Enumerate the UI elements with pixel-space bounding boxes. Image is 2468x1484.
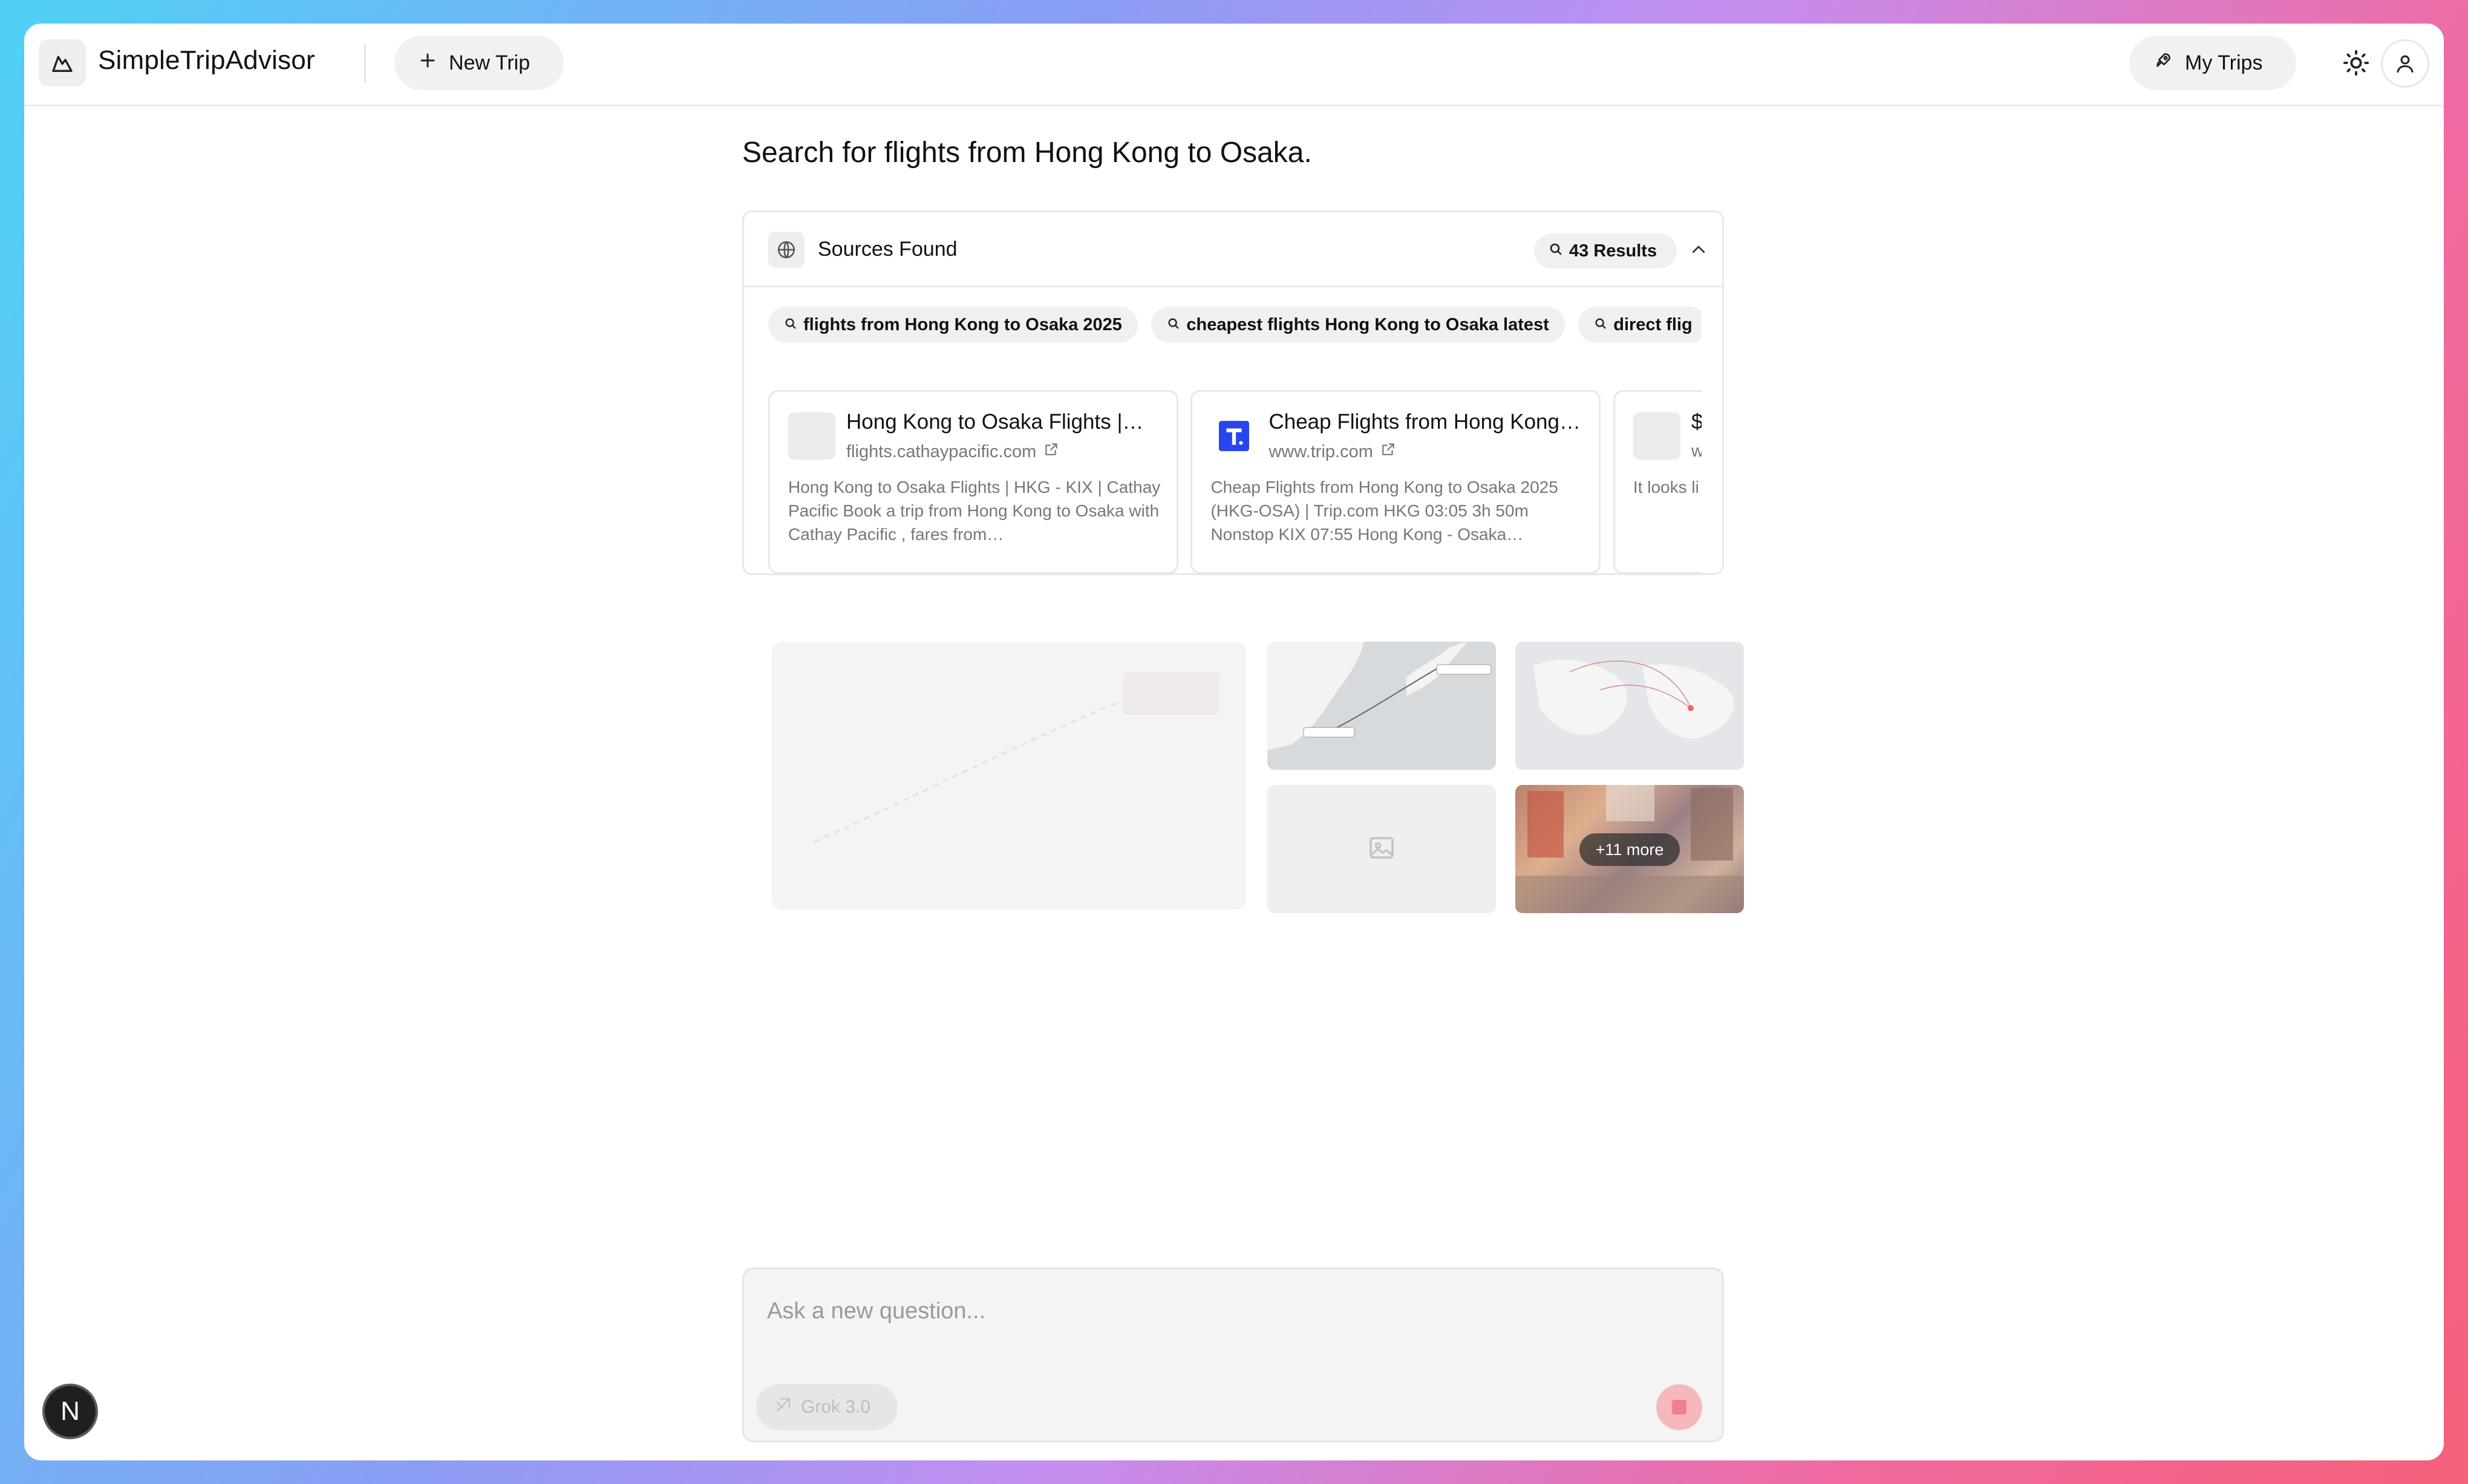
- source-card-domain-text: flights.cathaypacific.com: [846, 441, 1037, 461]
- image-placeholder[interactable]: [1267, 785, 1496, 913]
- user-icon[interactable]: [2381, 39, 2429, 88]
- results-count-badge: 43 Results: [1534, 233, 1677, 268]
- external-link-icon: [1043, 441, 1059, 462]
- stop-icon: [1672, 1400, 1686, 1414]
- query-chip[interactable]: direct flig: [1578, 307, 1702, 343]
- world-route-map-image[interactable]: [1515, 642, 1744, 770]
- new-trip-label: New Trip: [449, 51, 530, 74]
- osaka-street-photo[interactable]: +11 more: [1515, 785, 1744, 913]
- sources-header[interactable]: Sources Found 43 Results: [744, 212, 1722, 287]
- model-selector[interactable]: Grok 3.0: [756, 1384, 898, 1430]
- route-map-image[interactable]: [1267, 642, 1496, 770]
- search-icon: [784, 315, 797, 335]
- source-card-snippet: Cheap Flights from Hong Kong to Osaka 20…: [1210, 478, 1558, 544]
- source-card-domain-text: www.trip.com: [1268, 441, 1373, 461]
- source-card-domain[interactable]: flights.cathaypacific.com: [846, 441, 1059, 462]
- external-link-icon: [1380, 441, 1396, 462]
- sun-icon[interactable]: [2339, 45, 2374, 80]
- source-cards: Hong Kong to Osaka Flights |… flights.ca…: [768, 390, 1702, 573]
- query-chip-label: direct flig: [1613, 314, 1693, 334]
- image-icon: [1367, 833, 1396, 865]
- source-card-title: Cheap Flights from Hong Kong…: [1268, 410, 1581, 434]
- ask-input-box[interactable]: Ask a new question... Grok 3.0: [742, 1268, 1724, 1442]
- chevron-up-icon[interactable]: [1688, 239, 1709, 261]
- source-card-snippet: It looks li are curre May. fror: [1633, 478, 1702, 496]
- app-window: SimpleTripAdvisor New Trip My Trips Sear…: [24, 24, 2444, 1460]
- stop-button[interactable]: [1656, 1384, 1702, 1430]
- grok-logo-icon: [774, 1396, 792, 1419]
- globe-icon: [768, 232, 805, 268]
- ask-input[interactable]: Ask a new question...: [767, 1298, 985, 1324]
- query-title: Search for flights from Hong Kong to Osa…: [742, 137, 1312, 169]
- source-card[interactable]: Hong Kong to Osaka Flights |… flights.ca…: [768, 390, 1178, 573]
- plus-icon: [419, 51, 437, 75]
- new-trip-button[interactable]: New Trip: [394, 36, 564, 90]
- trip-favicon-icon: [1210, 412, 1258, 460]
- source-card-domain-text: w: [1691, 441, 1702, 461]
- sources-title: Sources Found: [818, 238, 958, 261]
- image-large[interactable]: [772, 642, 1246, 910]
- query-chip[interactable]: flights from Hong Kong to Osaka 2025: [768, 307, 1138, 343]
- query-chip[interactable]: cheapest flights Hong Kong to Osaka late…: [1151, 307, 1565, 343]
- my-trips-label: My Trips: [2185, 51, 2263, 74]
- site-favicon: [1633, 412, 1680, 460]
- dev-indicator-badge[interactable]: N: [42, 1384, 98, 1439]
- query-chip-label: cheapest flights Hong Kong to Osaka late…: [1186, 314, 1549, 334]
- query-chip-label: flights from Hong Kong to Osaka 2025: [803, 314, 1122, 334]
- source-card-domain[interactable]: www.trip.com: [1268, 441, 1396, 462]
- search-icon: [1549, 241, 1563, 261]
- search-icon: [1167, 315, 1180, 335]
- source-card-title: $: [1691, 410, 1702, 434]
- brand-name[interactable]: SimpleTripAdvisor: [98, 45, 315, 76]
- source-card[interactable]: $ w It looks li are curre May. fror: [1613, 390, 1702, 573]
- search-icon: [1594, 315, 1607, 335]
- search-query-chips: flights from Hong Kong to Osaka 2025 che…: [768, 307, 1702, 343]
- source-card-snippet: Hong Kong to Osaka Flights | HKG - KIX |…: [788, 478, 1161, 544]
- source-card-domain[interactable]: w: [1691, 441, 1702, 461]
- rocket-icon: [2153, 51, 2173, 76]
- source-card-title: Hong Kong to Osaka Flights |…: [846, 410, 1144, 434]
- sources-panel: Sources Found 43 Results flights from Ho…: [742, 210, 1724, 575]
- model-label: Grok 3.0: [801, 1397, 871, 1417]
- more-images-badge[interactable]: +11 more: [1579, 833, 1680, 866]
- source-card[interactable]: Cheap Flights from Hong Kong… www.trip.c…: [1190, 390, 1601, 573]
- results-count: 43 Results: [1569, 241, 1657, 261]
- header-divider: [364, 44, 366, 83]
- mountain-logo-icon[interactable]: [39, 39, 86, 86]
- top-bar: SimpleTripAdvisor New Trip My Trips: [24, 24, 2444, 106]
- site-favicon: [788, 412, 835, 460]
- my-trips-button[interactable]: My Trips: [2129, 36, 2296, 90]
